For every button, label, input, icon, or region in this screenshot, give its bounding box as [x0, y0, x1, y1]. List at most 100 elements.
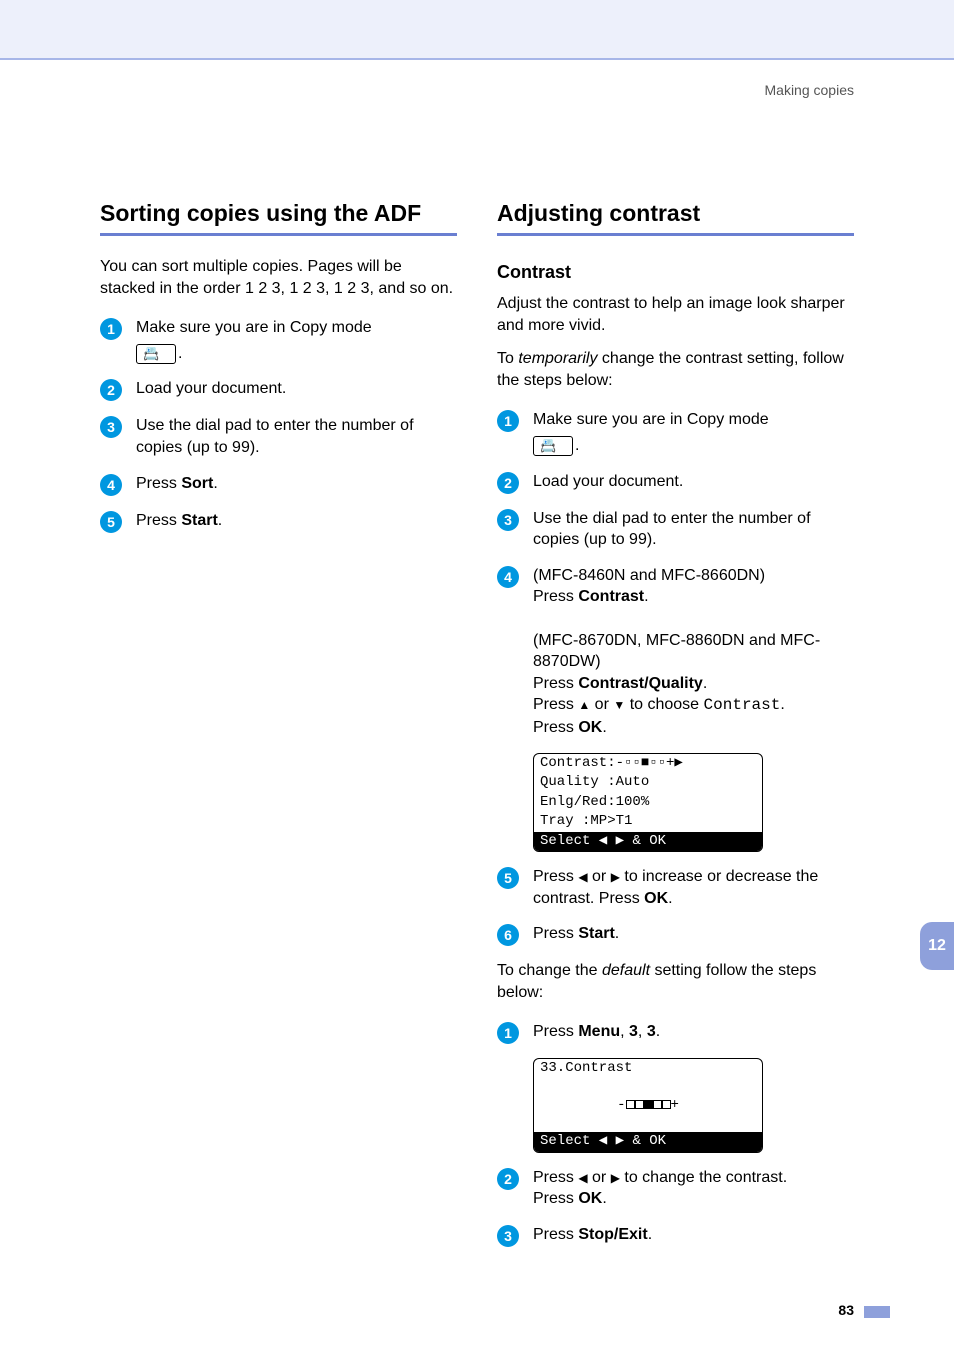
step-5: 5 Press ◀ or ▶ to increase or decrease t… — [497, 866, 854, 909]
step-text: , — [638, 1023, 647, 1040]
title-rule — [100, 233, 457, 236]
step-badge: 1 — [497, 410, 519, 432]
copy-mode-line: . — [533, 435, 854, 457]
step-list-default: 2 Press ◀ or ▶ to change the contrast. P… — [497, 1167, 854, 1247]
step-text: . — [602, 1190, 606, 1207]
right-column: Adjusting contrast Contrast Adjust the c… — [497, 200, 854, 1261]
menu-option: Contrast — [704, 696, 781, 714]
step-text: Load your document. — [136, 378, 457, 400]
step-2: 2 Press ◀ or ▶ to change the contrast. P… — [497, 1167, 854, 1210]
step-suffix: . — [178, 345, 182, 362]
step-text: . — [615, 925, 619, 942]
step-body: (MFC-8460N and MFC-8660DN) Press Contras… — [533, 565, 854, 739]
lcd-spacer — [534, 1079, 762, 1089]
step-3: 3 Press Stop/Exit. — [497, 1224, 854, 1247]
copy-mode-icon — [136, 344, 176, 364]
step-text: . — [668, 890, 672, 907]
step-4: 4 Press Sort. — [100, 473, 457, 496]
step-5: 5 Press Start. — [100, 510, 457, 533]
section-title-sorting: Sorting copies using the ADF — [100, 200, 457, 227]
section-title-contrast: Adjusting contrast — [497, 200, 854, 227]
intro-part: To change the — [497, 962, 602, 979]
level-box — [653, 1100, 662, 1109]
step-text: . — [213, 475, 217, 492]
step-list: 1 Make sure you are in Copy mode . 2 Loa… — [100, 317, 457, 532]
left-arrow-icon: ◀ — [578, 1170, 587, 1186]
step-badge: 2 — [100, 379, 122, 401]
button-label: Contrast — [578, 588, 644, 605]
right-arrow-icon: ▶ — [611, 1170, 620, 1186]
level-box — [635, 1100, 644, 1109]
button-label: OK — [578, 1190, 602, 1207]
level-suffix: + — [671, 1097, 679, 1113]
step-text: . — [656, 1023, 660, 1040]
step-1: 1 Make sure you are in Copy mode . — [100, 317, 457, 364]
step-text: . — [648, 1226, 652, 1243]
step-text: Make sure you are in Copy mode — [533, 411, 769, 428]
left-arrow-icon: ◀ — [578, 869, 587, 885]
lcd-row: Contrast:-▫▫■▫▫+▶ — [534, 754, 762, 774]
level-box — [626, 1100, 635, 1109]
step-text: Press — [533, 588, 578, 605]
step-badge: 2 — [497, 472, 519, 494]
button-label: Menu — [578, 1023, 620, 1040]
step-badge: 2 — [497, 1168, 519, 1190]
step-text: Press — [533, 1190, 578, 1207]
copy-mode-line: . — [136, 343, 457, 365]
step-text: or — [588, 1169, 611, 1186]
step-badge: 4 — [100, 474, 122, 496]
button-label: 3 — [647, 1023, 656, 1040]
lcd-row: Tray :MP>T1 — [534, 812, 762, 832]
button-label: OK — [644, 890, 668, 907]
step-text: . — [703, 675, 707, 692]
step-text: , — [620, 1023, 629, 1040]
step-text: Press — [136, 475, 181, 492]
step-text: Use the dial pad to enter the number of … — [136, 415, 457, 458]
step-2: 2 Load your document. — [497, 471, 854, 494]
step-text: to change the contrast. — [620, 1169, 787, 1186]
step-body: Press Menu, 3, 3. — [533, 1021, 854, 1043]
page: Making copies Sorting copies using the A… — [0, 0, 954, 1348]
step-text: Press — [533, 719, 578, 736]
lcd-row: Enlg/Red:100% — [534, 793, 762, 813]
level-box-filled — [644, 1100, 653, 1109]
step-list: 5 Press ◀ or ▶ to increase or decrease t… — [497, 866, 854, 946]
lcd-row-select: Select ◀ ▶ & OK — [534, 1132, 762, 1152]
step-badge: 1 — [497, 1022, 519, 1044]
step-list: 1 Make sure you are in Copy mode . 2 Loa… — [497, 409, 854, 738]
step-body: Press Start. — [533, 923, 854, 945]
step-body: Press ◀ or ▶ to change the contrast. Pre… — [533, 1167, 854, 1210]
step-text: Press — [533, 1023, 578, 1040]
step-text: or — [588, 868, 611, 885]
page-number: 83 — [838, 1302, 854, 1318]
left-column: Sorting copies using the ADF You can sor… — [100, 200, 457, 1261]
button-label: Contrast/Quality — [578, 675, 702, 692]
chapter-tab: 12 — [920, 922, 954, 970]
step-badge: 5 — [497, 867, 519, 889]
button-label: 3 — [629, 1023, 638, 1040]
content-area: Sorting copies using the ADF You can sor… — [0, 60, 954, 1261]
up-arrow-icon: ▲ — [578, 697, 590, 713]
level-prefix: - — [617, 1097, 625, 1113]
step-4: 4 (MFC-8460N and MFC-8660DN) Press Contr… — [497, 565, 854, 739]
step-body: Press ◀ or ▶ to increase or decrease the… — [533, 866, 854, 909]
step-badge: 4 — [497, 566, 519, 588]
button-label: Sort — [181, 475, 213, 492]
step-2: 2 Load your document. — [100, 378, 457, 401]
step-text: Use the dial pad to enter the number of … — [533, 508, 854, 551]
lcd-row: 33.Contrast — [534, 1059, 762, 1079]
step-list-default: 1 Press Menu, 3, 3. — [497, 1021, 854, 1044]
intro-text: To change the default setting follow the… — [497, 960, 854, 1003]
step-body: Make sure you are in Copy mode . — [533, 409, 854, 456]
header-band — [0, 0, 954, 60]
lcd-row-select: Select ◀ ▶ & OK — [534, 832, 762, 852]
down-arrow-icon: ▼ — [613, 697, 625, 713]
step-body: Press Stop/Exit. — [533, 1224, 854, 1246]
step-text: Press — [533, 696, 578, 713]
title-rule — [497, 233, 854, 236]
step-text: or — [590, 696, 613, 713]
step-1: 1 Press Menu, 3, 3. — [497, 1021, 854, 1044]
step-suffix: . — [575, 437, 579, 454]
right-arrow-icon: ▶ — [611, 869, 620, 885]
step-badge: 5 — [100, 511, 122, 533]
